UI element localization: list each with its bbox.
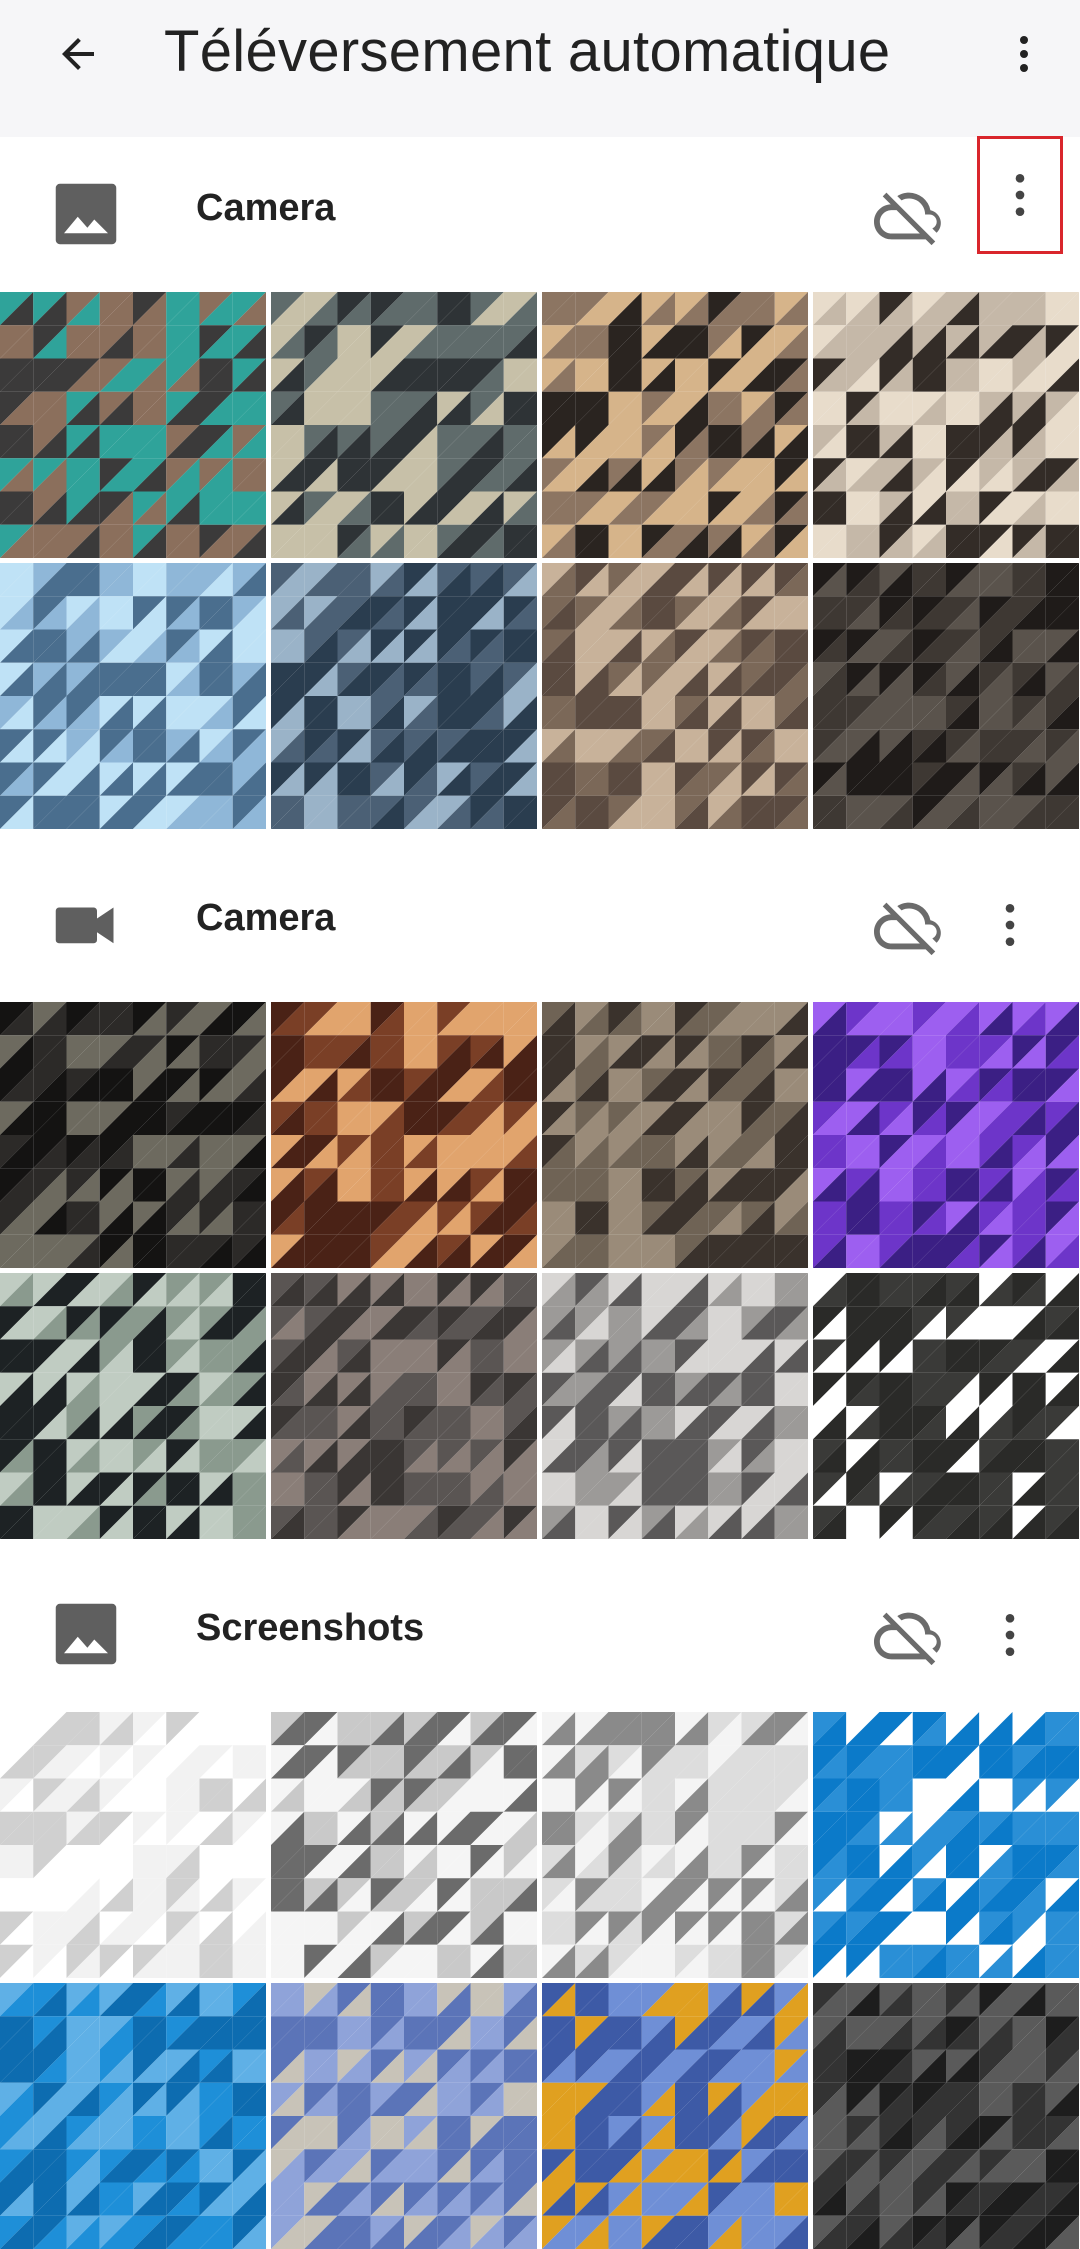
photo-thumbnail[interactable] (0, 1273, 266, 1539)
photo-thumbnail[interactable] (813, 1712, 1079, 1978)
photo-thumbnail[interactable] (0, 1002, 266, 1268)
thumbnail-grid (0, 1002, 1080, 1539)
photo-thumbnail[interactable] (271, 1983, 537, 2249)
photo-thumbnail[interactable] (813, 292, 1079, 558)
folder-label: Screenshots (196, 1607, 425, 1649)
photo-thumbnail[interactable] (271, 563, 537, 829)
folder-header[interactable]: Camera (0, 136, 1080, 292)
photo-thumbnail[interactable] (0, 1712, 266, 1978)
cloud-off-icon[interactable] (874, 181, 944, 251)
photo-thumbnail[interactable] (542, 1273, 808, 1539)
photo-thumbnail[interactable] (542, 292, 808, 558)
photo-thumbnail[interactable] (271, 1002, 537, 1268)
image-icon (53, 1601, 119, 1667)
photo-thumbnail[interactable] (0, 1983, 266, 2249)
folder-label: Camera (196, 897, 336, 939)
folder-section-camera-photos: Camera (0, 136, 1080, 829)
more-vert-icon[interactable] (992, 22, 1056, 86)
cloud-off-icon[interactable] (874, 1601, 944, 1671)
photo-thumbnail[interactable] (271, 292, 537, 558)
photo-thumbnail[interactable] (542, 563, 808, 829)
photo-thumbnail[interactable] (542, 1712, 808, 1978)
more-vert-icon[interactable] (980, 892, 1040, 958)
image-icon (53, 181, 119, 247)
photo-thumbnail[interactable] (0, 563, 266, 829)
photo-thumbnail[interactable] (813, 1273, 1079, 1539)
thumbnail-grid (0, 1712, 1080, 2249)
photo-thumbnail[interactable] (0, 292, 266, 558)
page-title: Téléversement automatique (164, 19, 891, 84)
photo-thumbnail[interactable] (271, 1712, 537, 1978)
more-vert-icon[interactable] (977, 136, 1063, 254)
video-camera-icon (53, 891, 119, 957)
photo-thumbnail[interactable] (813, 1983, 1079, 2249)
thumbnail-grid (0, 292, 1080, 829)
app-bar: Téléversement automatique (0, 0, 1080, 137)
folder-section-camera-videos: Camera (0, 847, 1080, 1539)
photo-thumbnail[interactable] (542, 1002, 808, 1268)
folder-label: Camera (196, 187, 336, 229)
photo-thumbnail[interactable] (271, 1273, 537, 1539)
arrow-back-icon[interactable] (46, 22, 110, 86)
folder-header[interactable]: Screenshots (0, 1557, 1080, 1712)
photo-thumbnail[interactable] (542, 1983, 808, 2249)
cloud-off-icon[interactable] (874, 891, 944, 961)
photo-thumbnail[interactable] (813, 563, 1079, 829)
folder-header[interactable]: Camera (0, 847, 1080, 1002)
folder-section-screenshots: Screenshots (0, 1557, 1080, 2249)
photo-thumbnail[interactable] (813, 1002, 1079, 1268)
more-vert-icon[interactable] (980, 1602, 1040, 1668)
